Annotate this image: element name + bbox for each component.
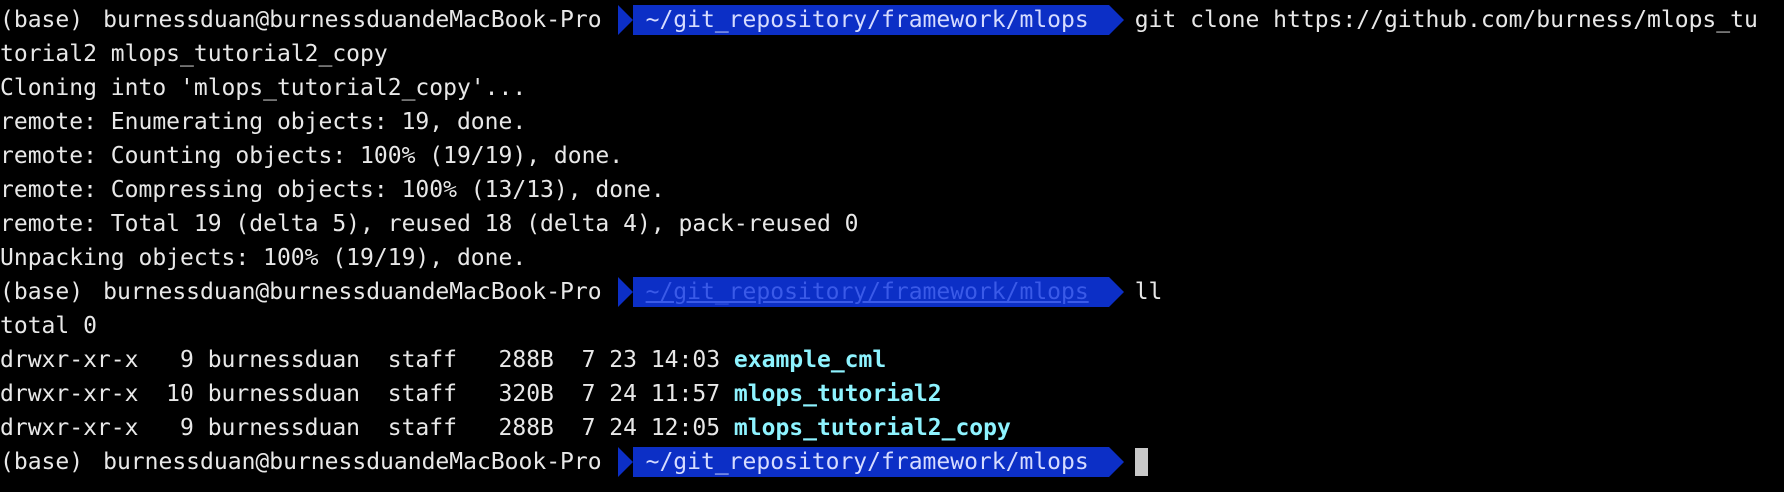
output-text: remote: Enumerating objects: 19, done. — [0, 109, 527, 135]
path-segment: ~/git_repository/framework/mlops — [617, 5, 1124, 35]
user-host: burnessduan@burnessduandeMacBook-Pro — [103, 449, 602, 475]
user-host: burnessduan@burnessduandeMacBook-Pro — [103, 7, 602, 33]
output-text: Cloning into 'mlops_tutorial2_copy'... — [0, 75, 527, 101]
output-line: total 0 — [0, 309, 1784, 343]
conda-env: (base) — [0, 279, 84, 305]
prompt-line: (base) burnessduan@burnessduandeMacBook-… — [0, 3, 1784, 37]
listing-meta: drwxr-xr-x 10 burnessduan staff 320B 7 2… — [0, 381, 734, 407]
output-text: remote: Total 19 (delta 5), reused 18 (d… — [0, 211, 859, 237]
output-line: Unpacking objects: 100% (19/19), done. — [0, 241, 1784, 275]
output-text: Unpacking objects: 100% (19/19), done. — [0, 245, 527, 271]
conda-env: (base) — [0, 7, 84, 33]
user-host: burnessduan@burnessduandeMacBook-Pro — [103, 279, 602, 305]
path-text: ~/git_repository/framework/mlops — [645, 279, 1089, 305]
directory-name: mlops_tutorial2_copy — [733, 415, 1011, 441]
directory-name: example_cml — [733, 347, 887, 373]
output-text: remote: Counting objects: 100% (19/19), … — [0, 143, 624, 169]
terminal-window[interactable]: (base) burnessduan@burnessduandeMacBook-… — [0, 0, 1784, 492]
output-text: remote: Compressing objects: 100% (13/13… — [0, 177, 665, 203]
text-cursor[interactable] — [1134, 448, 1148, 476]
output-line: remote: Compressing objects: 100% (13/13… — [0, 173, 1784, 207]
prompt-line: (base) burnessduan@burnessduandeMacBook-… — [0, 275, 1784, 309]
listing-row: drwxr-xr-x 9 burnessduan staff 288B 7 23… — [0, 343, 1784, 377]
listing-meta: drwxr-xr-x 9 burnessduan staff 288B 7 23… — [0, 347, 734, 373]
listing-meta: drwxr-xr-x 9 burnessduan staff 288B 7 24… — [0, 415, 734, 441]
listing-row: drwxr-xr-x 9 burnessduan staff 288B 7 24… — [0, 411, 1784, 445]
path-segment: ~/git_repository/framework/mlops — [617, 277, 1124, 307]
command-text-continued: torial2 mlops_tutorial2_copy — [0, 41, 388, 67]
output-line: remote: Total 19 (delta 5), reused 18 (d… — [0, 207, 1784, 241]
output-line: remote: Counting objects: 100% (19/19), … — [0, 139, 1784, 173]
output-line: Cloning into 'mlops_tutorial2_copy'... — [0, 71, 1784, 105]
command-continuation: torial2 mlops_tutorial2_copy — [0, 37, 1784, 71]
prompt-line[interactable]: (base) burnessduan@burnessduandeMacBook-… — [0, 445, 1784, 479]
path-segment: ~/git_repository/framework/mlops — [617, 447, 1124, 477]
directory-name: mlops_tutorial2 — [733, 381, 942, 407]
total-text: total 0 — [0, 313, 97, 339]
command-text: ll — [1134, 279, 1163, 305]
conda-env: (base) — [0, 449, 84, 475]
path-text: ~/git_repository/framework/mlops — [645, 7, 1089, 33]
listing-row: drwxr-xr-x 10 burnessduan staff 320B 7 2… — [0, 377, 1784, 411]
output-line: remote: Enumerating objects: 19, done. — [0, 105, 1784, 139]
command-text: git clone https://github.com/burness/mlo… — [1134, 7, 1758, 33]
path-text: ~/git_repository/framework/mlops — [645, 449, 1089, 475]
